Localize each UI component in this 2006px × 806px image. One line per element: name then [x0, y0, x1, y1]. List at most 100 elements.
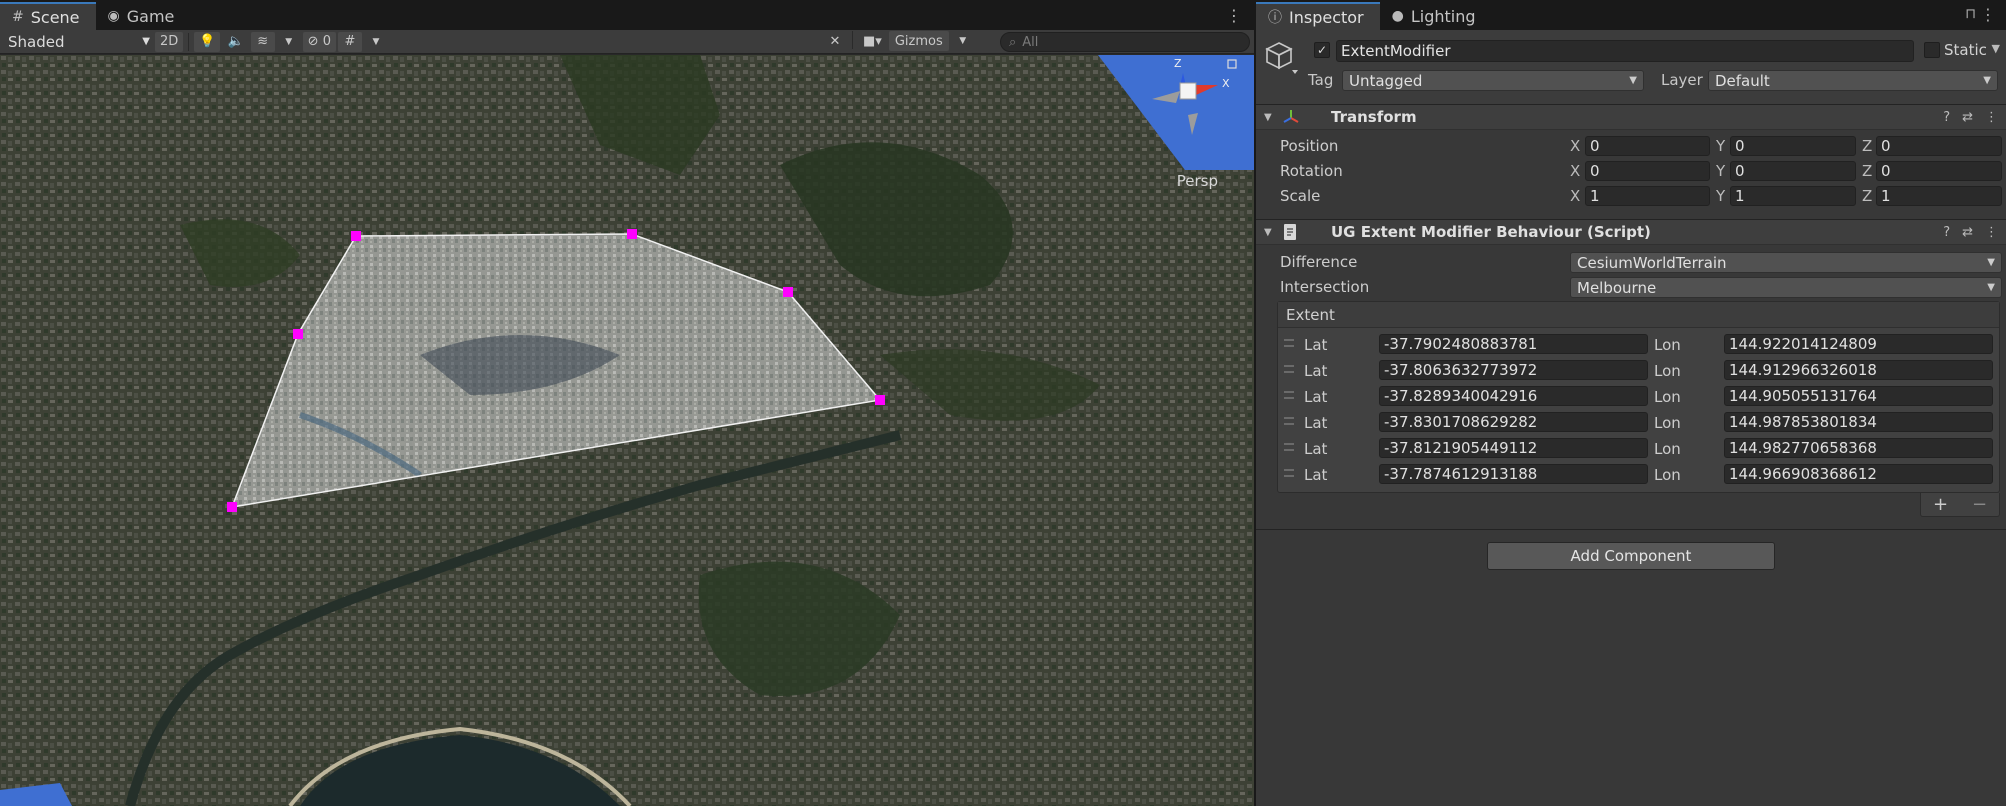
gizmo-x-label: X [1222, 77, 1230, 90]
tab-game[interactable]: ◉ Game [96, 2, 191, 30]
z-axis-label: Z [1862, 187, 1873, 205]
lat-label: Lat [1304, 414, 1328, 432]
add-component-button[interactable]: Add Component [1487, 542, 1775, 570]
scale-y-field[interactable]: 1 [1730, 186, 1856, 206]
tab-inspector[interactable]: ⓘ Inspector [1256, 2, 1380, 30]
gizmos-button[interactable]: Gizmos [888, 31, 949, 51]
gameobject-header: ✓ ExtentModifier Static ▼ Tag Untagged ▼… [1256, 30, 2006, 106]
grid-snap-icon[interactable]: # [337, 31, 362, 52]
tab-scene[interactable]: # Scene [0, 2, 96, 30]
preset-icon[interactable]: ⇄ [1962, 110, 1973, 125]
lon-field[interactable]: 144.987853801834 [1724, 412, 1993, 432]
scene-search-input[interactable]: ⌕ All [1000, 32, 1250, 52]
lat-field[interactable]: -37.8301708629282 [1379, 412, 1648, 432]
drag-handle-icon[interactable] [1284, 391, 1294, 399]
scene-viewport[interactable]: Z X Persp [0, 55, 1254, 806]
drag-handle-icon[interactable] [1284, 469, 1294, 477]
lon-field[interactable]: 144.912966326018 [1724, 360, 1993, 380]
effects-toggle-icon[interactable]: ≋ [250, 31, 275, 52]
inspector-more-icon[interactable]: ⋮ [1980, 5, 1996, 24]
camera-icon[interactable]: ■▾ [858, 31, 887, 51]
position-label: Position [1280, 137, 1339, 155]
toolbar-divider [188, 32, 190, 51]
component-menu-icon[interactable]: ⋮ [1985, 110, 1998, 125]
transform-header[interactable]: ▼ Transform ? ⇄ ⋮ [1256, 104, 2006, 130]
drag-handle-icon[interactable] [1284, 339, 1294, 347]
effects-dropdown-icon[interactable]: ▼ [277, 32, 301, 52]
scale-x-field[interactable]: 1 [1585, 186, 1710, 206]
grid-dropdown-icon[interactable]: ▼ [364, 32, 388, 52]
cube-icon[interactable] [1264, 40, 1302, 80]
list-item: Lat -37.7874612913188 Lon 144.9669083686… [1278, 463, 1999, 487]
add-element-button[interactable]: + [1933, 494, 1948, 515]
projection-toggle[interactable]: Persp [1177, 172, 1218, 190]
gizmo-z-label: Z [1174, 57, 1182, 70]
toggle-2d-button[interactable]: 2D [155, 31, 184, 52]
preset-icon[interactable]: ⇄ [1962, 225, 1973, 240]
position-y-field[interactable]: 0 [1730, 136, 1856, 156]
layer-dropdown[interactable]: Default ▼ [1708, 70, 1998, 91]
lat-label: Lat [1304, 466, 1328, 484]
transform-title: Transform [1331, 108, 1417, 126]
gizmos-dropdown-icon[interactable]: ▼ [951, 31, 975, 51]
lon-field[interactable]: 144.922014124809 [1724, 334, 1993, 354]
static-dropdown-icon[interactable]: ▼ [1992, 42, 2000, 55]
scene-more-icon[interactable]: ⋮ [1226, 6, 1242, 25]
lat-field[interactable]: -37.7874612913188 [1379, 464, 1648, 484]
script-component-header[interactable]: ▼ UG Extent Modifier Behaviour (Script) … [1256, 219, 2006, 245]
foldout-arrow-icon[interactable]: ▼ [1264, 227, 1272, 238]
lon-field[interactable]: 144.966908368612 [1724, 464, 1993, 484]
tag-dropdown[interactable]: Untagged ▼ [1342, 70, 1644, 91]
help-icon[interactable]: ? [1943, 110, 1950, 125]
chevron-down-icon: ▼ [1987, 257, 1995, 268]
list-item: Lat -37.8301708629282 Lon 144.9878538018… [1278, 411, 1999, 435]
difference-dropdown[interactable]: CesiumWorldTerrain ▼ [1570, 252, 2002, 273]
rotation-z-field[interactable]: 0 [1876, 161, 2002, 181]
difference-row: Difference CesiumWorldTerrain ▼ [1256, 251, 2006, 273]
chevron-down-icon: ▼ [142, 36, 150, 47]
lat-field[interactable]: -37.8121905449112 [1379, 438, 1648, 458]
tab-inspector-label: Inspector [1289, 7, 1364, 27]
drag-handle-icon[interactable] [1284, 365, 1294, 373]
active-checkbox[interactable]: ✓ [1314, 42, 1330, 58]
scale-label: Scale [1280, 187, 1321, 205]
drag-handle-icon[interactable] [1284, 417, 1294, 425]
intersection-dropdown[interactable]: Melbourne ▼ [1570, 277, 2002, 298]
search-icon: ⌕ [1009, 34, 1017, 50]
component-menu-icon[interactable]: ⋮ [1985, 225, 1998, 240]
foldout-arrow-icon[interactable]: ▼ [1264, 112, 1272, 123]
scale-z-field[interactable]: 1 [1876, 186, 2002, 206]
extent-handle [875, 395, 885, 405]
remove-element-button[interactable]: − [1972, 494, 1987, 515]
lat-field[interactable]: -37.8289340042916 [1379, 386, 1648, 406]
tools-icon[interactable]: ✕ [823, 31, 847, 51]
search-placeholder: All [1022, 34, 1039, 50]
transform-icon [1283, 110, 1299, 123]
static-checkbox[interactable] [1924, 42, 1940, 58]
lon-field[interactable]: 144.982770658368 [1724, 438, 1993, 458]
tab-lighting-label: Lighting [1410, 6, 1476, 26]
position-x-field[interactable]: 0 [1585, 136, 1710, 156]
toolbar-divider [852, 31, 853, 49]
lighting-toggle-icon[interactable]: 💡 [194, 31, 221, 52]
rotation-x-field[interactable]: 0 [1585, 161, 1710, 181]
lock-icon[interactable]: ⊓ [1965, 6, 1976, 22]
help-icon[interactable]: ? [1943, 225, 1950, 240]
shading-mode-label: Shaded [8, 32, 65, 51]
tab-lighting[interactable]: ● Lighting [1380, 2, 1492, 30]
gameobject-name-input[interactable]: ExtentModifier [1336, 40, 1914, 62]
audio-toggle-icon[interactable]: 🔈 [222, 32, 248, 52]
shading-mode-dropdown[interactable]: Shaded ▼ [0, 31, 154, 53]
hidden-objects-button[interactable]: ⊘ 0 [302, 31, 336, 52]
inspector-tabbar: ⓘ Inspector ● Lighting ⊓ ⋮ [1256, 0, 2006, 30]
lat-field[interactable]: -37.8063632773972 [1379, 360, 1648, 380]
tag-value: Untagged [1349, 71, 1423, 90]
lat-field[interactable]: -37.7902480883781 [1379, 334, 1648, 354]
drag-handle-icon[interactable] [1284, 443, 1294, 451]
y-axis-label: Y [1716, 162, 1726, 180]
list-item: Lat -37.8121905449112 Lon 144.9827706583… [1278, 437, 1999, 461]
lon-field[interactable]: 144.905055131764 [1724, 386, 1993, 406]
rotation-y-field[interactable]: 0 [1730, 161, 1856, 181]
scene-toolbar: Shaded ▼ 2D 💡 🔈 ≋ ▼ ⊘ 0 # ▼ ✕ ■▾ Gizmos … [0, 30, 1254, 54]
position-z-field[interactable]: 0 [1876, 136, 2002, 156]
